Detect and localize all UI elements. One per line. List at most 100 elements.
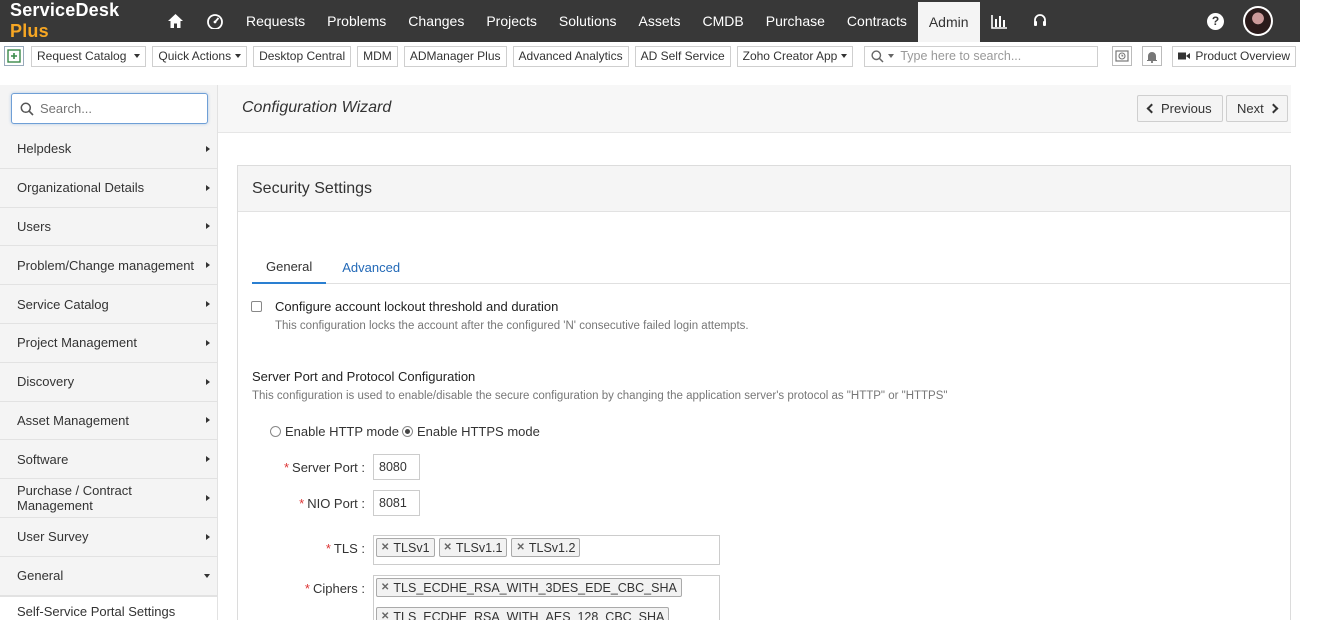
search-icon: [20, 102, 34, 116]
https-label: Enable HTTPS mode: [417, 424, 540, 439]
remove-icon[interactable]: ✕: [516, 542, 524, 553]
remove-icon[interactable]: ✕: [381, 611, 389, 620]
mdm-button[interactable]: MDM: [357, 45, 398, 67]
ad-self-service-button[interactable]: AD Self Service: [634, 45, 731, 67]
request-catalog-button[interactable]: Request Catalog: [31, 45, 147, 67]
nav-requests[interactable]: Requests: [235, 0, 316, 42]
previous-button[interactable]: Previous: [1137, 95, 1223, 122]
sidebar-search-input[interactable]: [40, 101, 200, 116]
notifications-icon[interactable]: [1142, 46, 1163, 66]
nav-solutions[interactable]: Solutions: [548, 0, 628, 42]
sidebar-item-label: Discovery: [17, 374, 75, 390]
sidebar-item-user-survey[interactable]: User Survey: [0, 518, 217, 557]
caret-right-icon: [206, 339, 210, 346]
nav-purchase[interactable]: Purchase: [755, 0, 836, 42]
support-icon[interactable]: [1020, 0, 1060, 42]
sidebar-item-label: Problem/Change management: [17, 257, 195, 273]
tls-chip[interactable]: ✕ TLSv1.1: [438, 538, 508, 557]
sidebar-item-purchase-contract[interactable]: Purchase / Contract Management: [0, 479, 217, 518]
caret-down-icon: [204, 573, 210, 578]
tab-advanced[interactable]: Advanced: [328, 251, 414, 284]
lockout-description: This configuration locks the account aft…: [275, 320, 749, 332]
chip-label: TLSv1.2: [528, 540, 576, 555]
nav-admin[interactable]: Admin: [917, 0, 980, 42]
new-request-icon[interactable]: [4, 46, 24, 66]
remove-icon[interactable]: ✕: [444, 542, 452, 553]
tab-general[interactable]: General: [252, 251, 327, 284]
next-button[interactable]: Next: [1226, 95, 1288, 122]
tls-chip[interactable]: ✕ TLSv1: [376, 538, 435, 557]
nav-projects[interactable]: Projects: [475, 0, 548, 42]
sidebar-item-general[interactable]: General: [0, 557, 217, 596]
nav-cmdb[interactable]: CMDB: [692, 0, 755, 42]
http-mode-option[interactable]: Enable HTTP mode: [270, 424, 399, 439]
server-config-description: This configuration is used to enable/dis…: [252, 390, 948, 402]
sidebar-item-label: Service Catalog: [17, 296, 109, 312]
nav-changes[interactable]: Changes: [397, 0, 475, 42]
http-radio[interactable]: [270, 426, 281, 437]
sidebar-item-label: Asset Management: [17, 412, 130, 428]
sidebar-item-project-management[interactable]: Project Management: [0, 324, 217, 363]
nav-contracts[interactable]: Contracts: [836, 0, 918, 42]
sidebar-item-users[interactable]: Users: [0, 208, 217, 247]
sidebar-item-software[interactable]: Software: [0, 440, 217, 480]
desktop-central-button[interactable]: Desktop Central: [253, 45, 352, 67]
sidebar-item-label: Users: [17, 218, 51, 234]
sidebar-subitem-self-service-portal[interactable]: Self-Service Portal Settings: [0, 595, 217, 620]
ciphers-label: * Ciphers :: [304, 581, 365, 596]
settings-tabs: General Advanced: [252, 251, 1290, 284]
server-port-input[interactable]: 8080: [373, 454, 420, 480]
sidebar-item-service-catalog[interactable]: Service Catalog: [0, 285, 217, 324]
nav-problems[interactable]: Problems: [316, 0, 397, 42]
sidebar-search[interactable]: [11, 93, 208, 124]
avatar[interactable]: [1243, 6, 1273, 36]
chevron-down-icon: [235, 54, 242, 58]
lockout-label: Configure account lockout threshold and …: [275, 299, 559, 314]
nav-assets[interactable]: Assets: [628, 0, 692, 42]
reminders-icon[interactable]: [1112, 46, 1133, 66]
page-title: Configuration Wizard: [242, 99, 392, 116]
tls-label: * TLS :: [325, 541, 365, 556]
chip-label: TLSv1.1: [455, 540, 503, 555]
request-catalog-label: Request Catalog: [37, 49, 127, 63]
product-overview-button[interactable]: Product Overview: [1172, 45, 1297, 67]
caret-right-icon: [206, 145, 210, 152]
sidebar-item-label: General: [17, 568, 64, 584]
sidebar-item-problem-change[interactable]: Problem/Change management: [0, 246, 217, 286]
remove-icon[interactable]: ✕: [381, 582, 389, 593]
caret-right-icon: [206, 533, 210, 540]
secondary-toolbar: Request Catalog Quick Actions Desktop Ce…: [0, 42, 1300, 70]
remove-icon[interactable]: ✕: [381, 542, 389, 553]
tls-chip[interactable]: ✕ TLSv1.2: [511, 538, 581, 557]
help-icon[interactable]: ?: [1207, 12, 1224, 30]
admanager-button[interactable]: ADManager Plus: [403, 45, 507, 67]
nav-right-group: ?: [1207, 0, 1300, 42]
ciphers-multiselect[interactable]: ✕ TLS_ECDHE_RSA_WITH_3DES_EDE_CBC_SHA ✕ TL…: [373, 575, 720, 620]
advanced-analytics-button[interactable]: Advanced Analytics: [512, 45, 629, 67]
brand-logo[interactable]: ServiceDesk Plus: [0, 0, 155, 42]
lockout-checkbox[interactable]: [251, 301, 262, 312]
dashboard-icon[interactable]: [195, 0, 235, 42]
sidebar-item-asset-management[interactable]: Asset Management: [0, 402, 217, 441]
search-scope-chevron-icon[interactable]: [888, 54, 895, 58]
reports-icon[interactable]: [980, 0, 1020, 42]
server-config-heading: Server Port and Protocol Configuration: [252, 369, 476, 384]
tls-multiselect[interactable]: ✕ TLSv1 ✕ TLSv1.1 ✕ TLSv1.2: [373, 535, 720, 565]
quick-actions-button[interactable]: Quick Actions: [152, 45, 248, 67]
global-search-input[interactable]: Type here to search...: [864, 45, 1099, 67]
server-port-label: * Server Port :: [283, 460, 365, 475]
home-icon[interactable]: [155, 0, 195, 42]
zoho-creator-button[interactable]: Zoho Creator App: [736, 45, 854, 67]
cipher-chip[interactable]: ✕ TLS_ECDHE_RSA_WITH_AES_128_CBC_SHA: [376, 607, 670, 620]
sidebar-menu: Helpdesk Organizational Details Users Pr…: [0, 130, 217, 620]
sidebar-item-organizational-details[interactable]: Organizational Details: [0, 169, 217, 208]
caret-right-icon: [206, 262, 210, 269]
sidebar-item-label: Software: [17, 451, 69, 467]
https-radio[interactable]: [402, 426, 413, 437]
https-mode-option[interactable]: Enable HTTPS mode: [402, 424, 540, 439]
sidebar-item-discovery[interactable]: Discovery: [0, 363, 217, 402]
cipher-chip[interactable]: ✕ TLS_ECDHE_RSA_WITH_3DES_EDE_CBC_SHA: [376, 578, 682, 597]
sidebar-item-helpdesk[interactable]: Helpdesk: [0, 130, 217, 169]
chevron-down-icon: [134, 54, 141, 58]
nio-port-input[interactable]: 8081: [373, 490, 420, 516]
